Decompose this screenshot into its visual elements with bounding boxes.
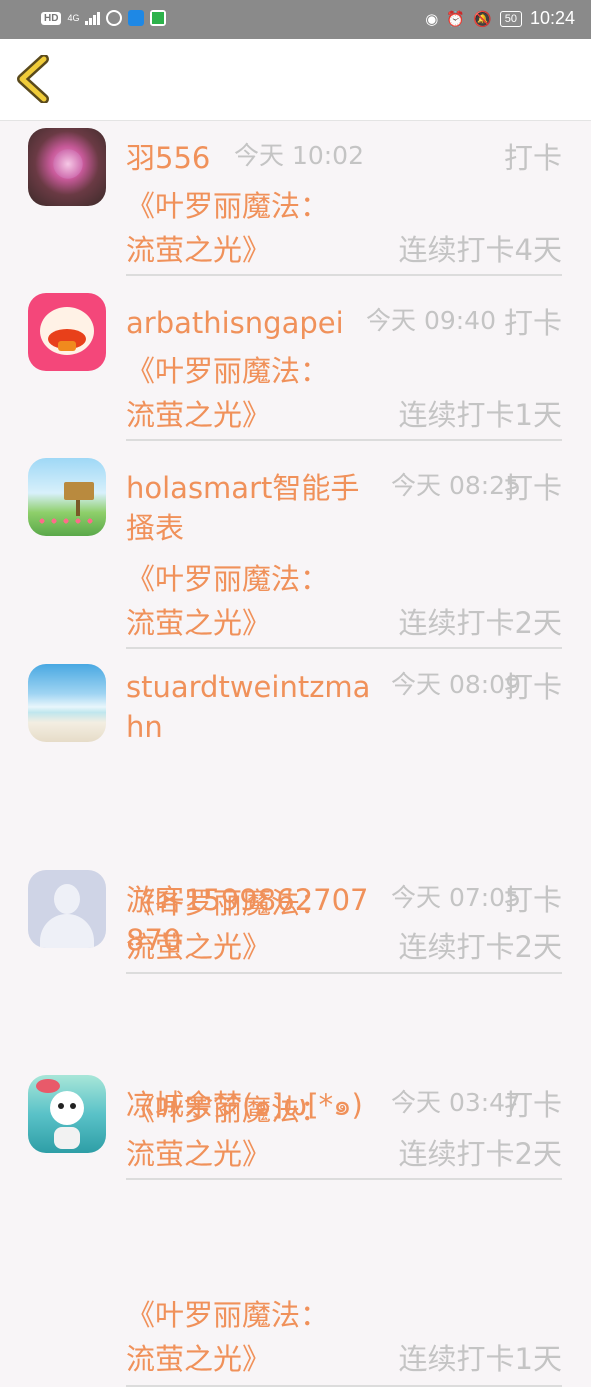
checkin-time: 今天 07:05	[391, 883, 521, 912]
book-title-line2: 流萤之光》	[126, 398, 272, 432]
list-item[interactable]: holasmart智能手搔表 今天 08:25 打卡 《叶罗丽魔法： 流萤之光》…	[0, 451, 591, 651]
back-button[interactable]	[14, 54, 54, 104]
list-item[interactable]: 羽556 今天 10:02 打卡 《叶罗丽魔法： 流萤之光》 连续打卡4天	[0, 121, 591, 277]
status-right-icons: ◉ ⏰ 🔕 50 10:24	[425, 8, 575, 29]
user-name: 游客1599862707870	[126, 883, 369, 957]
mute-bell-icon: 🔕	[473, 10, 492, 28]
checkin-time: 今天 03:47	[391, 1088, 521, 1117]
list-item[interactable]: stuardtweintzmahn 今天 08:09 打卡 《叶罗丽魔法： 流萤…	[0, 657, 591, 974]
status-left-icons: HD 4G	[41, 10, 167, 26]
book-title-line1: 《叶罗丽魔法：	[126, 354, 330, 388]
garden-signboard-avatar[interactable]	[28, 458, 106, 536]
nav-bar	[0, 39, 591, 121]
checkin-button[interactable]: 打卡	[504, 1085, 562, 1125]
wifi-assistant-icon	[128, 10, 145, 26]
user-name: holasmart智能手搔表	[126, 471, 360, 545]
eye-comfort-icon: ◉	[425, 10, 439, 28]
streak-label: 连续打卡1天	[398, 398, 562, 432]
divider	[126, 274, 562, 276]
list-item[interactable]: 凉城余梦(๑]ω[*๑) 今天 03:47 打卡 《叶罗丽魔法： 流萤之光》 连…	[0, 1068, 591, 1387]
user-name: stuardtweintzmahn	[126, 670, 371, 744]
checkin-time: 今天 08:09	[391, 670, 521, 699]
streak-label: 连续打卡4天	[398, 233, 562, 267]
default-user-avatar[interactable]	[28, 870, 106, 948]
chevron-left-icon	[17, 54, 49, 104]
book-title-line1: 《叶罗丽魔法：	[126, 189, 330, 223]
book-title-line2: 流萤之光》	[126, 1342, 272, 1376]
user-name: arbathisngapei	[126, 306, 344, 340]
checkin-button[interactable]: 打卡	[504, 303, 562, 343]
flower-bouquet-avatar[interactable]	[28, 128, 106, 206]
carrier-app-icon	[150, 10, 167, 26]
status-bar: HD 4G ◉ ⏰ 🔕 50 10:24	[0, 0, 591, 39]
network-type: 4G	[67, 12, 80, 23]
divider	[126, 647, 562, 649]
streak-label: 连续打卡1天	[398, 1342, 562, 1376]
alarm-icon: ⏰	[446, 10, 466, 28]
checkin-button[interactable]: 打卡	[504, 468, 562, 508]
cartoon-character-avatar[interactable]	[28, 1075, 106, 1153]
list-item[interactable]: arbathisngapei 今天 09:40 打卡 《叶罗丽魔法： 流萤之光》…	[0, 286, 591, 442]
checkin-button[interactable]: 打卡	[504, 880, 562, 920]
clock: 10:24	[529, 8, 575, 28]
beach-sky-avatar[interactable]	[28, 664, 106, 742]
checkin-button[interactable]: 打卡	[504, 667, 562, 707]
checkin-button[interactable]: 打卡	[504, 138, 562, 178]
checkin-time: 今天 10:02	[234, 141, 364, 170]
app-notification-icon	[106, 10, 123, 26]
divider	[126, 439, 562, 441]
battery-icon: 50	[499, 10, 522, 27]
hd-badge: HD	[41, 11, 62, 25]
book-title-line1: 《叶罗丽魔法：	[126, 562, 330, 596]
streak-label: 连续打卡2天	[398, 606, 562, 640]
book-title-line2: 流萤之光》	[126, 606, 272, 640]
signal-icon	[85, 11, 101, 25]
checkin-time: 今天 08:25	[391, 471, 521, 500]
book-title-line2: 流萤之光》	[126, 233, 272, 267]
book-title-line1: 《叶罗丽魔法：	[126, 1298, 330, 1332]
checkin-time: 今天 09:40	[366, 306, 496, 335]
user-name: 凉城余梦(๑]ω[*๑)	[126, 1088, 363, 1122]
list-item[interactable]: 游客1599862707870 今天 07:05 打卡 《叶罗丽魔法： 流萤之光…	[0, 863, 591, 1180]
red-fox-cartoon-avatar[interactable]	[28, 293, 106, 371]
